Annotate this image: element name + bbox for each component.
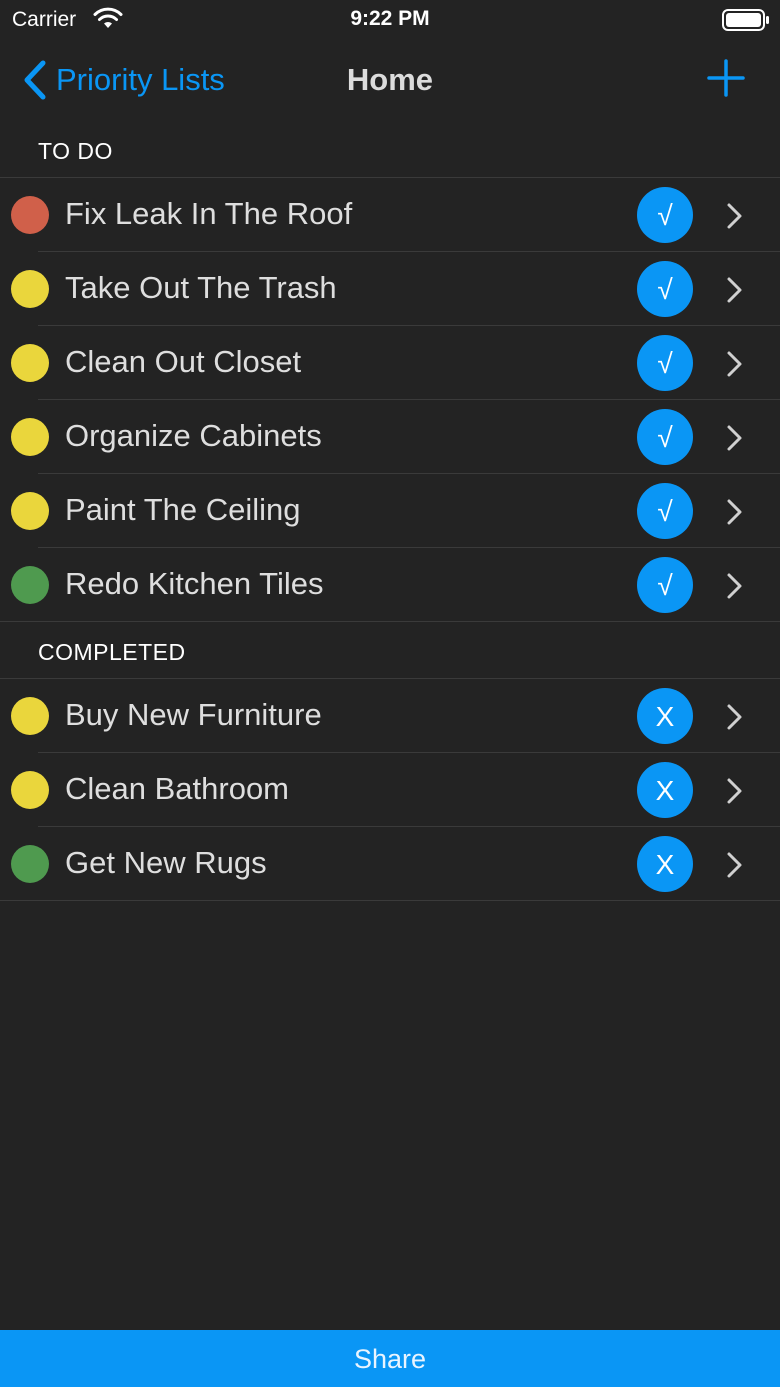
chevron-right-icon xyxy=(727,573,742,599)
uncomplete-button[interactable]: X xyxy=(637,836,693,892)
item-label: Fix Leak In The Roof xyxy=(65,196,353,231)
page-title: Home xyxy=(346,62,434,97)
priority-dot xyxy=(11,418,49,456)
priority-dot xyxy=(11,270,49,308)
item-label: Paint The Ceiling xyxy=(65,492,301,527)
section-title: TO DO xyxy=(38,138,113,164)
priority-dot xyxy=(11,845,49,883)
item-label: Buy New Furniture xyxy=(65,697,322,732)
battery-icon xyxy=(722,9,769,31)
item-label: Take Out The Trash xyxy=(65,270,337,305)
priority-dot xyxy=(11,196,49,234)
complete-button[interactable]: √ xyxy=(637,409,693,465)
list-item[interactable]: Take Out The Trash √ xyxy=(0,252,780,326)
nav-bar: Priority Lists Home xyxy=(0,40,780,122)
complete-button[interactable]: √ xyxy=(637,557,693,613)
plus-icon xyxy=(707,59,745,97)
list-item[interactable]: Organize Cabinets √ xyxy=(0,400,780,474)
complete-button[interactable]: √ xyxy=(637,187,693,243)
chevron-right-icon xyxy=(727,203,742,229)
item-label: Redo Kitchen Tiles xyxy=(65,566,324,601)
section-title: COMPLETED xyxy=(38,639,186,665)
add-button[interactable] xyxy=(706,58,746,98)
uncomplete-button[interactable]: X xyxy=(637,688,693,744)
list-item[interactable]: Clean Out Closet √ xyxy=(0,326,780,400)
section-header-completed: COMPLETED xyxy=(0,623,780,679)
status-bar: Carrier 9:22 PM xyxy=(0,0,780,40)
priority-dot xyxy=(11,771,49,809)
chevron-right-icon xyxy=(727,704,742,730)
priority-dot xyxy=(11,492,49,530)
complete-button[interactable]: √ xyxy=(637,261,693,317)
priority-dot xyxy=(11,697,49,735)
item-label: Get New Rugs xyxy=(65,845,267,880)
item-label: Clean Out Closet xyxy=(65,344,302,379)
list-item[interactable]: Clean Bathroom X xyxy=(0,753,780,827)
priority-dot xyxy=(11,566,49,604)
list-item[interactable]: Get New Rugs X xyxy=(0,827,780,901)
complete-button[interactable]: √ xyxy=(637,335,693,391)
todo-list: Fix Leak In The Roof √ Take Out The Tras… xyxy=(0,177,780,622)
list-item[interactable]: Buy New Furniture X xyxy=(0,679,780,753)
priority-dot xyxy=(11,344,49,382)
list-item[interactable]: Paint The Ceiling √ xyxy=(0,474,780,548)
chevron-right-icon xyxy=(727,277,742,303)
item-label: Organize Cabinets xyxy=(65,418,322,453)
screen: Carrier 9:22 PM Priority Lists Home TO D… xyxy=(0,0,780,1387)
list-item[interactable]: Redo Kitchen Tiles √ xyxy=(0,548,780,622)
share-button[interactable]: Share xyxy=(0,1330,780,1387)
chevron-right-icon xyxy=(727,425,742,451)
chevron-right-icon xyxy=(727,778,742,804)
list-item[interactable]: Fix Leak In The Roof √ xyxy=(0,178,780,252)
completed-list: Buy New Furniture X Clean Bathroom X Get… xyxy=(0,678,780,901)
chevron-right-icon xyxy=(727,499,742,525)
status-time: 9:22 PM xyxy=(350,7,430,30)
chevron-right-icon xyxy=(727,852,742,878)
item-label: Clean Bathroom xyxy=(65,771,290,806)
chevron-right-icon xyxy=(727,351,742,377)
uncomplete-button[interactable]: X xyxy=(637,762,693,818)
section-header-todo: TO DO xyxy=(0,122,780,178)
complete-button[interactable]: √ xyxy=(637,483,693,539)
